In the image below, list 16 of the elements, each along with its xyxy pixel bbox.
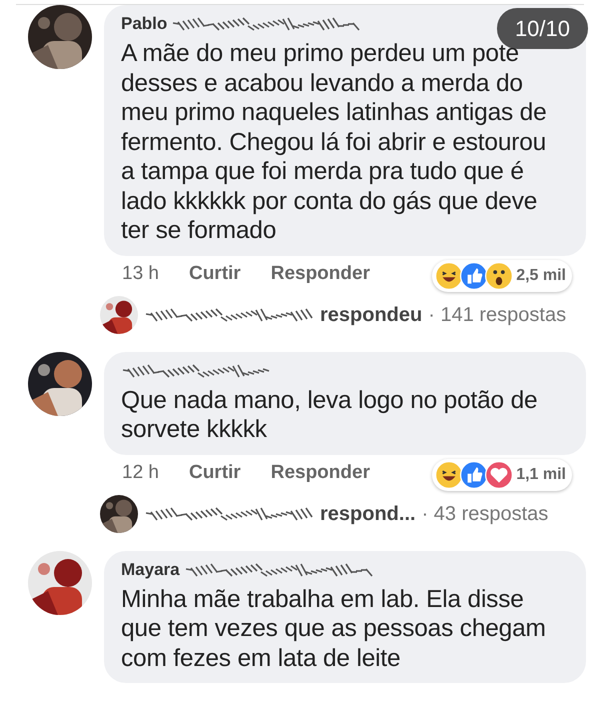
comment-text: Minha mãe trabalha em lab. Ela disse que tem vezes que as pessoas chegam com fezes em lata de leite (121, 584, 547, 673)
commenter-name[interactable]: Pablo (121, 11, 168, 37)
reactions-pill[interactable]: 2,5 mil (432, 260, 572, 292)
reply-link[interactable]: Responder (270, 260, 370, 289)
reactions-pill[interactable]: 1,1 mil (432, 458, 572, 490)
reply-count: · 141 respostas (428, 302, 566, 328)
reply-count: · 43 respostas (422, 502, 548, 526)
replied-link[interactable]: respondeu (320, 300, 422, 330)
comment-time: 13 h (122, 262, 159, 286)
like-link[interactable]: Curtir (188, 260, 241, 289)
replied-link[interactable]: respond... (320, 498, 416, 528)
comment-time: 12 h (122, 461, 159, 486)
commenter-name[interactable]: Mayara (121, 556, 180, 582)
reply-link[interactable]: Responder (270, 459, 370, 488)
like-link[interactable]: Curtir (188, 459, 241, 488)
comment-text: Que nada mano, leva logo no potão de sorvete kkkkk (121, 386, 538, 444)
